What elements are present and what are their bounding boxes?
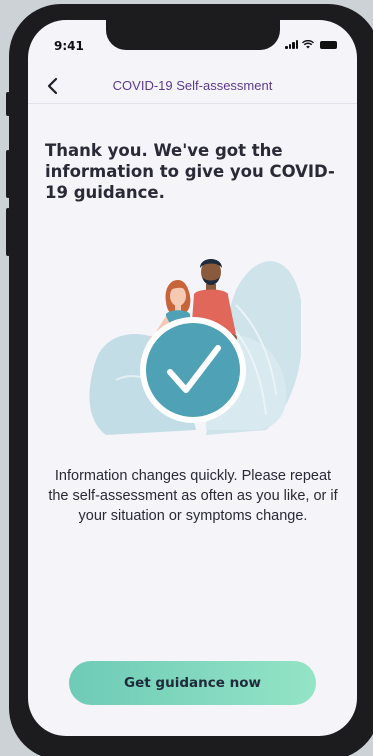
phone-side-button	[6, 92, 10, 116]
battery-icon	[320, 41, 337, 49]
people-check-illustration	[89, 259, 301, 435]
app-screen: 9:41 COVID-19 Self-assessment Thank you.…	[28, 20, 357, 736]
cellular-signal-icon	[285, 40, 298, 49]
status-time: 9:41	[54, 39, 84, 53]
get-guidance-button[interactable]: Get guidance now	[69, 661, 316, 705]
status-icons	[285, 40, 337, 49]
confirmation-headline: Thank you. We've got the information to …	[45, 141, 335, 202]
phone-side-button	[6, 208, 10, 256]
phone-side-button	[6, 150, 10, 198]
nav-bar: COVID-19 Self-assessment	[28, 70, 357, 104]
wifi-icon	[302, 40, 314, 49]
info-text: Information changes quickly. Please repe…	[48, 468, 338, 524]
phone-notch	[106, 20, 280, 50]
page-title: COVID-19 Self-assessment	[112, 78, 273, 93]
